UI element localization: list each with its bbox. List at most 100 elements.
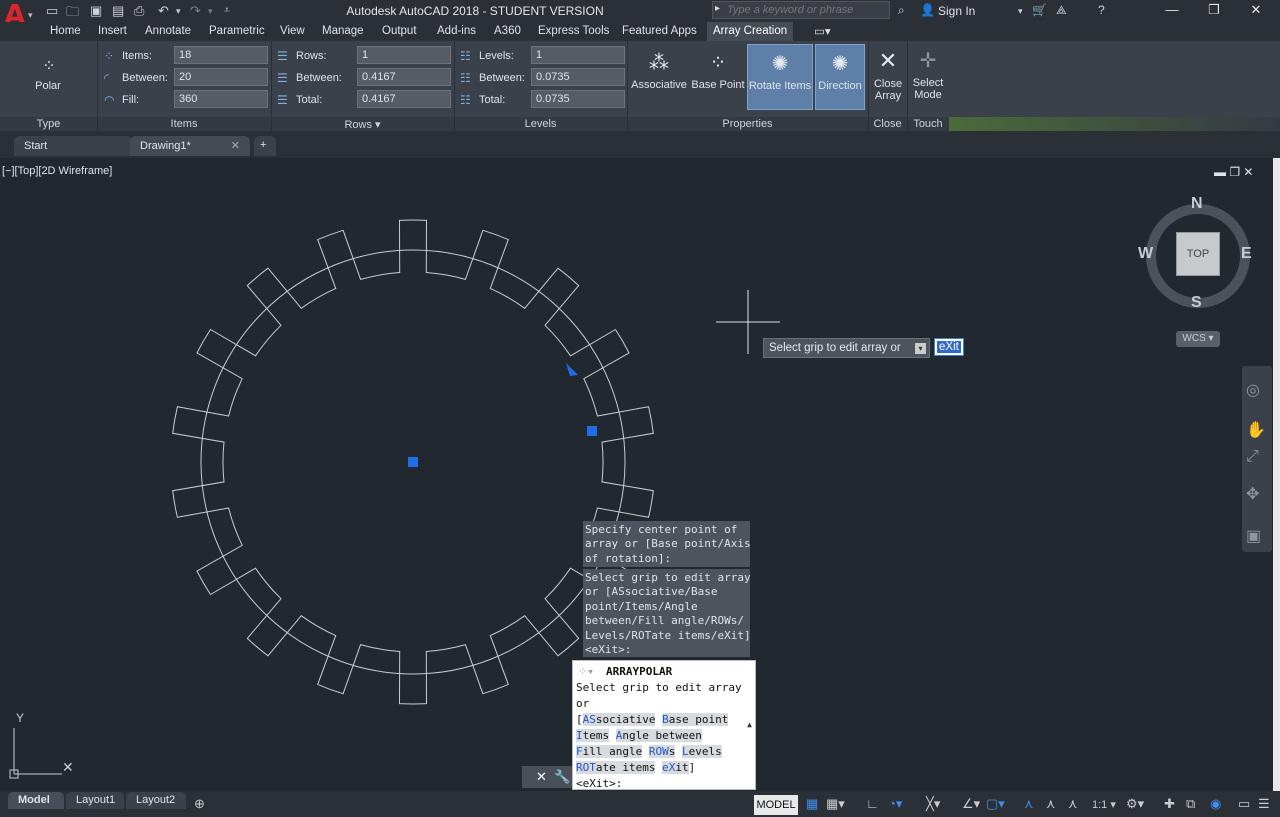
rotate-items-button[interactable]: ✺ Rotate Items	[747, 44, 813, 110]
customize-wrench-icon[interactable]: 🔧	[554, 769, 570, 785]
ribbon-display-toggle-icon[interactable]: ▭▾	[814, 24, 831, 38]
rows-count-field[interactable]: 1	[357, 46, 451, 64]
select-mode-button[interactable]: ✛ Select Mode	[909, 44, 947, 110]
help-icon[interactable]: ?	[1098, 3, 1105, 17]
isometric-icon[interactable]: ╳▾	[926, 796, 940, 812]
tab-featured-apps[interactable]: Featured Apps	[622, 25, 697, 37]
tab-drawing1[interactable]: Drawing1* ✕	[130, 136, 250, 156]
compass-west[interactable]: W	[1138, 245, 1153, 263]
layout-tab-layout1[interactable]: Layout1	[66, 792, 124, 809]
annotation-monitor-icon[interactable]: ✚	[1164, 796, 1175, 812]
option-fill-angle[interactable]: Fill angle	[576, 745, 643, 758]
tab-manage[interactable]: Manage	[322, 25, 364, 37]
tab-home[interactable]: Home	[50, 25, 81, 37]
redo-icon[interactable]: ↷	[190, 3, 201, 19]
scroll-up-icon[interactable]: ▲	[747, 717, 752, 733]
orbit-icon[interactable]: ✥	[1246, 484, 1259, 504]
new-tab-button[interactable]: +	[254, 136, 276, 156]
option-levels[interactable]: Levels	[681, 745, 722, 758]
close-tab-icon[interactable]: ✕	[231, 139, 240, 152]
items-between-field[interactable]: 20	[174, 68, 268, 86]
pan-hand-icon[interactable]: ✋	[1246, 420, 1266, 440]
customize-qat-icon[interactable]: ⩡	[224, 5, 230, 16]
compass-east[interactable]: E	[1241, 245, 1252, 263]
search-input[interactable]	[727, 3, 887, 17]
expand-search-icon[interactable]: ▸	[715, 3, 720, 14]
compass-north[interactable]: N	[1191, 195, 1203, 213]
rows-total-field[interactable]: 0.4167	[357, 90, 451, 108]
binoculars-icon[interactable]: ⌕	[898, 3, 905, 18]
minimize-button[interactable]: —	[1152, 2, 1192, 20]
polar-tracking-icon[interactable]: ◔▾	[888, 796, 902, 812]
compass-south[interactable]: S	[1191, 294, 1202, 312]
tab-start[interactable]: Start	[14, 136, 132, 156]
command-icon[interactable]: ⁘▾	[578, 664, 594, 680]
wcs-menu[interactable]: WCS ▾	[1176, 331, 1220, 347]
base-point-button[interactable]: ⁘ Base Point	[690, 44, 746, 110]
tab-annotate[interactable]: Annotate	[145, 25, 191, 37]
units-icon[interactable]: ⧉	[1186, 796, 1195, 812]
option-rows[interactable]: ROWs	[648, 745, 676, 758]
option-items[interactable]: Items	[576, 729, 610, 742]
radius-grip[interactable]	[587, 426, 597, 436]
add-layout-icon[interactable]: ⊕	[194, 796, 205, 812]
object-snap-icon[interactable]: ▢▾	[986, 796, 1005, 812]
tab-view[interactable]: View	[280, 25, 305, 37]
annotation-visibility-icon[interactable]: ⋏	[1024, 796, 1034, 812]
option-angle-between[interactable]: Angle between	[615, 729, 702, 742]
associative-button[interactable]: ⁂ Associative	[630, 44, 688, 110]
save-icon[interactable]: ▣	[90, 3, 102, 19]
angle-grip[interactable]	[566, 363, 578, 376]
tab-parametric[interactable]: Parametric	[209, 25, 265, 37]
tab-output[interactable]: Output	[382, 25, 417, 37]
fill-angle-field[interactable]: 360	[174, 90, 268, 108]
layout-tab-layout2[interactable]: Layout2	[126, 792, 186, 809]
option-base-point[interactable]: Base point	[662, 713, 729, 726]
tab-express-tools[interactable]: Express Tools	[538, 25, 609, 37]
isolate-objects-icon[interactable]: ◉	[1210, 796, 1221, 812]
grid-icon[interactable]: ▦	[806, 796, 818, 812]
plot-icon[interactable]: ⎙	[134, 3, 144, 19]
save-as-icon[interactable]: ▤	[112, 3, 124, 19]
close-array-button[interactable]: ✕ Close Array	[870, 44, 906, 110]
object-snap-tracking-icon[interactable]: ∠▾	[962, 796, 980, 812]
ortho-icon[interactable]: ∟	[866, 796, 879, 811]
option-rotate-items[interactable]: ROTate items	[576, 761, 656, 774]
levels-total-field[interactable]: 0.0735	[531, 90, 625, 108]
search-box[interactable]: ▸	[712, 1, 890, 19]
items-count-field[interactable]: 18	[174, 46, 268, 64]
sign-in-dropdown-icon[interactable]: ▾	[1018, 6, 1023, 17]
auto-scale-icon[interactable]: ⋏	[1046, 796, 1056, 812]
direction-button[interactable]: ✺ Direction	[815, 44, 865, 110]
panel-label-rows[interactable]: Rows ▾	[271, 118, 454, 131]
rows-between-field[interactable]: 0.4167	[357, 68, 451, 86]
option-exit[interactable]: eXit	[662, 761, 689, 774]
command-line-window[interactable]: ⁘▾ ARRAYPOLAR Select grip to edit array …	[572, 660, 756, 790]
close-window-button[interactable]: ✕	[1236, 2, 1276, 20]
tab-a360[interactable]: A360	[494, 25, 521, 37]
sign-in-link[interactable]: Sign In	[938, 4, 975, 18]
zoom-extents-icon[interactable]: ⤢	[1246, 448, 1259, 466]
annotation-scale-icon[interactable]: ⋏	[1068, 796, 1078, 812]
cart-icon[interactable]: 🛒	[1032, 3, 1047, 17]
close-command-line-icon[interactable]: ✕	[536, 769, 547, 785]
annotation-scale-value[interactable]: 1:1 ▾	[1092, 798, 1116, 811]
customization-icon[interactable]: ☰	[1258, 796, 1270, 812]
connect-icon[interactable]: ⟁	[1056, 3, 1067, 18]
steering-wheel-icon[interactable]: ◎	[1246, 380, 1260, 400]
showmotion-icon[interactable]: ▣	[1246, 526, 1261, 546]
options-down-arrow-icon[interactable]: ▾	[915, 343, 926, 354]
layout-tab-model[interactable]: Model	[8, 792, 64, 809]
dynamic-input-field[interactable]: eXit	[934, 338, 964, 356]
tab-add-ins[interactable]: Add-ins	[437, 25, 476, 37]
snap-icon[interactable]: ▦▾	[826, 796, 845, 812]
workspace-gear-icon[interactable]: ⚙▾	[1126, 796, 1144, 812]
undo-dropdown-icon[interactable]: ▾	[176, 6, 181, 17]
undo-icon[interactable]: ↶	[158, 3, 169, 19]
option-associative[interactable]: ASsociative	[582, 713, 656, 726]
model-space-button[interactable]: MODEL	[754, 795, 798, 815]
levels-between-field[interactable]: 0.0735	[531, 68, 625, 86]
polar-type-button[interactable]: ⁘ Polar	[26, 50, 70, 116]
maximize-button[interactable]: ❐	[1194, 2, 1234, 20]
redo-dropdown-icon[interactable]: ▾	[208, 6, 213, 17]
